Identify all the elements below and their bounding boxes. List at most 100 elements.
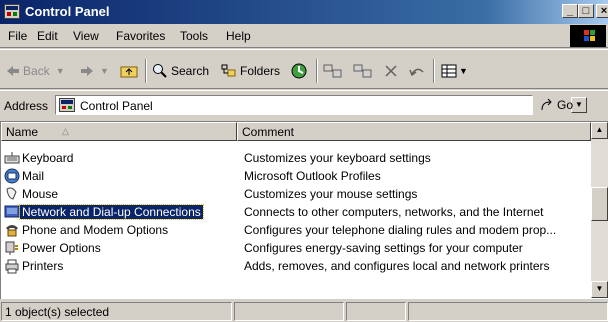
- minimize-button[interactable]: _: [562, 4, 578, 18]
- folders-label: Folders: [240, 64, 281, 78]
- list-item[interactable]: Mouse Customizes your mouse settings: [1, 185, 591, 203]
- forward-dropdown-icon[interactable]: ▼: [100, 66, 109, 76]
- go-label: Go: [557, 98, 574, 112]
- standard-toolbar: Back ▼ ▼ Search Folders ▼: [0, 49, 608, 89]
- history-icon: [291, 63, 307, 79]
- item-name: Mail: [22, 169, 45, 183]
- folders-button[interactable]: Folders: [221, 62, 280, 80]
- scroll-up-button[interactable]: ▲: [591, 122, 608, 139]
- sort-ascending-icon: △: [62, 126, 69, 136]
- menu-help[interactable]: Help: [226, 29, 251, 43]
- list-item[interactable]: Printers Adds, removes, and configures l…: [1, 257, 591, 275]
- column-header-comment-label: Comment: [242, 125, 295, 139]
- list-item[interactable]: Power Options Configures energy-saving s…: [1, 239, 591, 257]
- status-pane-2: [234, 302, 344, 321]
- toolbar-separator: [316, 59, 318, 83]
- column-header-comment[interactable]: Comment: [237, 122, 591, 141]
- item-comment: Customizes your mouse settings: [244, 187, 418, 201]
- address-bar: Address Control Panel ▼ Go: [0, 90, 608, 119]
- forward-arrow-icon: [81, 66, 93, 76]
- views-icon: [441, 64, 457, 78]
- undo-icon: [409, 68, 424, 77]
- item-comment: Microsoft Outlook Profiles: [244, 169, 381, 183]
- vertical-scrollbar[interactable]: ▲ ▼: [591, 122, 608, 298]
- up-folder-icon: [120, 66, 138, 78]
- undo-button[interactable]: [408, 62, 426, 80]
- status-pane-4: [408, 302, 608, 321]
- toolbar-separator: [433, 59, 435, 83]
- search-button[interactable]: Search: [152, 62, 209, 80]
- network-icon: [4, 205, 20, 218]
- item-name: Network and Dial-up Connections: [19, 204, 204, 220]
- item-name: Keyboard: [22, 151, 74, 165]
- back-label: Back: [23, 64, 50, 78]
- menu-edit[interactable]: Edit: [37, 29, 58, 43]
- power-icon: [5, 241, 18, 255]
- menu-bar: File Edit View Favorites Tools Help: [0, 24, 608, 48]
- list-item[interactable]: Keyboard Customizes your keyboard settin…: [1, 149, 591, 167]
- item-comment: Configures energy-saving settings for yo…: [244, 241, 523, 255]
- views-button[interactable]: ▼: [441, 62, 468, 80]
- copy-to-icon: [353, 64, 372, 78]
- menu-view[interactable]: View: [73, 29, 99, 43]
- search-icon: [153, 64, 167, 78]
- phone-icon: [6, 225, 18, 237]
- toolbar-separator: [145, 59, 147, 83]
- control-panel-window: Control Panel _ □ × File Edit View Favor…: [0, 0, 608, 322]
- title-bar[interactable]: Control Panel _ □ ×: [0, 0, 608, 24]
- back-arrow-icon: [7, 66, 19, 76]
- mouse-icon: [6, 187, 17, 200]
- status-pane-3: [346, 302, 406, 321]
- delete-x-icon: [385, 65, 397, 77]
- address-input[interactable]: Control Panel ▼: [55, 95, 587, 115]
- status-text: 1 object(s) selected: [5, 305, 110, 319]
- menu-favorites[interactable]: Favorites: [116, 29, 165, 43]
- item-comment: Connects to other computers, networks, a…: [244, 205, 544, 219]
- move-to-icon: [323, 64, 342, 78]
- item-comment: Configures your telephone dialing rules …: [244, 223, 557, 237]
- item-name: Power Options: [22, 241, 101, 255]
- menu-file[interactable]: File: [8, 29, 27, 43]
- maximize-button[interactable]: □: [578, 4, 594, 18]
- delete-button[interactable]: [384, 62, 398, 80]
- file-list-view: Name △ Comment Keyboard Customizes your …: [0, 121, 608, 299]
- list-item[interactable]: Network and Dial-up Connections Connects…: [1, 203, 591, 221]
- folders-icon: [221, 64, 236, 77]
- scroll-down-button[interactable]: ▼: [591, 281, 608, 298]
- forward-button[interactable]: ▼: [80, 62, 109, 80]
- views-dropdown-icon[interactable]: ▼: [459, 66, 468, 76]
- list-item[interactable]: Mail Microsoft Outlook Profiles: [1, 167, 591, 185]
- address-dropdown-button[interactable]: ▼: [571, 97, 587, 113]
- move-to-button[interactable]: [323, 62, 343, 80]
- status-text-pane: 1 object(s) selected: [1, 302, 232, 321]
- go-arrow-icon: [541, 98, 552, 111]
- history-button[interactable]: [290, 62, 308, 80]
- scroll-thumb[interactable]: [591, 187, 608, 221]
- printer-icon: [5, 259, 19, 274]
- menu-tools[interactable]: Tools: [180, 29, 208, 43]
- back-button[interactable]: Back ▼: [6, 62, 65, 80]
- column-header-name-label: Name: [6, 125, 39, 139]
- mail-icon: [4, 168, 20, 184]
- close-button[interactable]: ×: [596, 4, 608, 18]
- back-dropdown-icon[interactable]: ▼: [56, 66, 65, 76]
- keyboard-icon: [4, 152, 20, 164]
- list-item[interactable]: Phone and Modem Options Configures your …: [1, 221, 591, 239]
- go-button[interactable]: Go: [540, 98, 573, 112]
- item-name: Mouse: [22, 187, 59, 201]
- windows-logo: [570, 25, 606, 47]
- item-comment: Customizes your keyboard settings: [244, 151, 431, 165]
- copy-to-button[interactable]: [353, 62, 373, 80]
- address-value: Control Panel: [80, 99, 153, 113]
- address-label: Address: [4, 99, 49, 113]
- windows-flag-icon: [584, 30, 595, 41]
- status-bar: 1 object(s) selected: [0, 301, 608, 322]
- up-folder-button[interactable]: [120, 62, 138, 80]
- control-panel-icon: [59, 98, 75, 112]
- window-title: Control Panel: [25, 4, 110, 19]
- item-name: Phone and Modem Options: [22, 223, 169, 237]
- item-name: Printers: [22, 259, 64, 273]
- control-panel-icon: [4, 4, 20, 19]
- search-label: Search: [171, 64, 210, 78]
- column-header-name[interactable]: Name △: [1, 122, 237, 141]
